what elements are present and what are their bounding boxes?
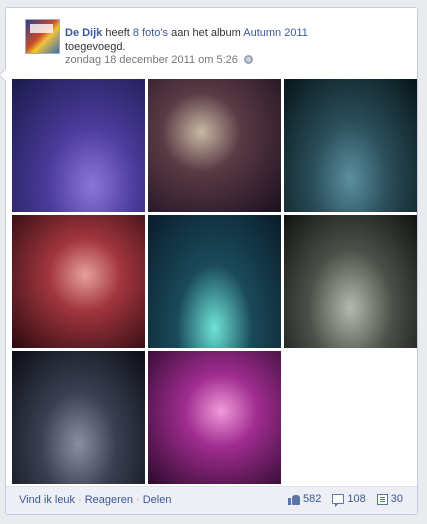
action-links: Vind ik leuk · Reageren · Delen [19,494,171,506]
thumbs-up-icon [288,494,301,505]
likes-count-text: 582 [303,493,322,505]
timestamp-link[interactable]: zondag 18 december 2011 om 5:26 [65,54,238,66]
feed-story-card: De Dijk heeft 8 foto's aan het album Aut… [0,7,418,515]
share-icon [376,493,388,505]
photo-3[interactable] [284,79,417,212]
photo-grid [12,79,417,484]
comment-button[interactable]: Reageren [85,494,133,506]
action-bar: Vind ik leuk · Reageren · Delen 582 108 30 [6,486,417,514]
comments-count[interactable]: 108 [332,493,366,507]
tail-text: toegevoegd. [65,41,126,53]
globe-icon [243,55,253,64]
album-link[interactable]: Autumn 2011 [243,27,308,39]
share-button[interactable]: Delen [143,494,172,506]
mid-text: aan het album [171,27,241,39]
photo-6[interactable] [284,215,417,348]
page-avatar[interactable] [25,19,60,54]
separator: · [78,494,82,506]
shares-count-text: 30 [390,493,403,505]
shares-count[interactable]: 30 [376,493,403,505]
photo-7[interactable] [12,351,145,484]
card-pointer [0,68,6,82]
separator: · [136,494,140,506]
comment-icon [332,494,345,507]
timestamp-row: zondag 18 december 2011 om 5:26 [65,54,253,66]
photo-4[interactable] [12,215,145,348]
photo-5[interactable] [148,215,281,348]
avatar-logo [30,24,53,33]
photo-1[interactable] [12,79,145,212]
engagement-counts: 582 108 30 [288,493,403,507]
comments-count-text: 108 [347,493,366,505]
verb-text: heeft [105,27,130,39]
author-link[interactable]: De Dijk [65,27,102,39]
photo-count-link[interactable]: 8 foto's [133,27,168,39]
like-button[interactable]: Vind ik leuk [19,494,75,506]
likes-count[interactable]: 582 [288,493,321,505]
photo-8[interactable] [148,351,281,484]
story-header: De Dijk heeft 8 foto's aan het album Aut… [65,26,405,54]
photo-2[interactable] [148,79,281,212]
